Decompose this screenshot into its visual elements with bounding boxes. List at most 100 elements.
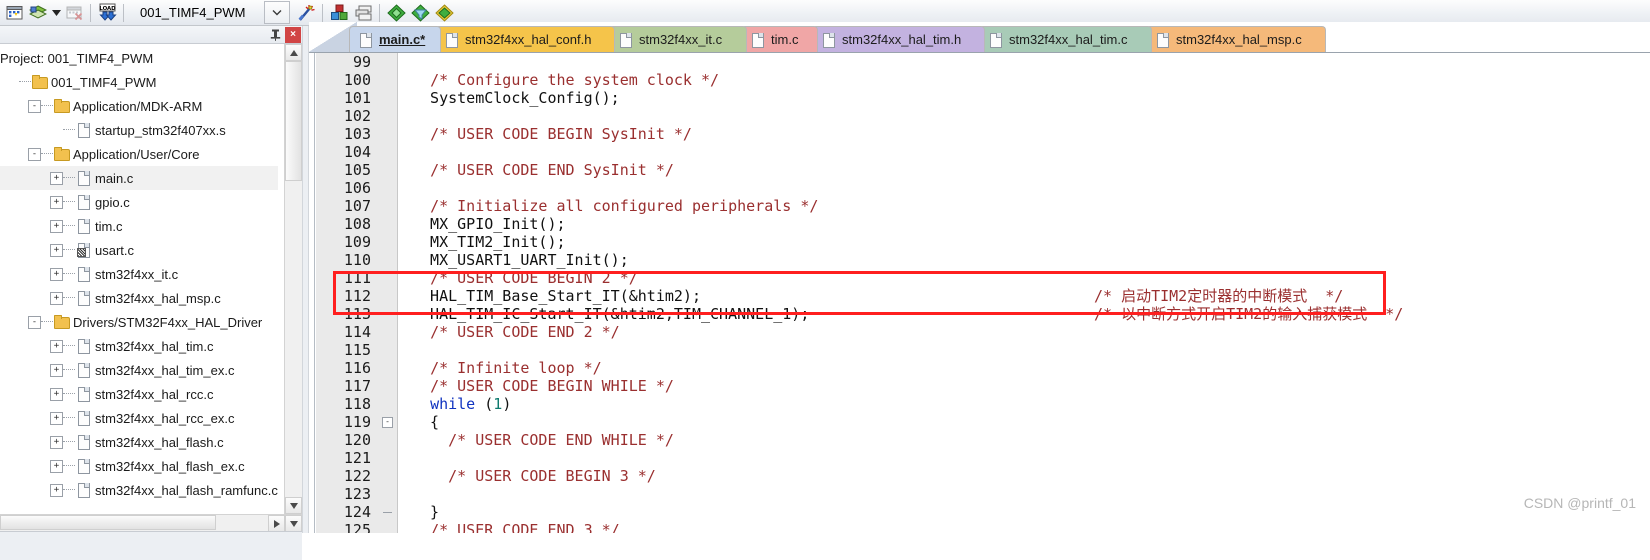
expand-toggle-icon[interactable]: + xyxy=(50,459,63,473)
fold-margin[interactable] xyxy=(378,143,398,161)
tree-item-stm32f4xx-hal-rcc-ex-c[interactable]: + stm32f4xx_hal_rcc_ex.c xyxy=(0,406,278,430)
fold-margin[interactable] xyxy=(378,521,398,533)
pack-installer-icon[interactable] xyxy=(432,2,456,24)
scroll-down-arrow-icon[interactable] xyxy=(285,497,302,514)
code-line[interactable]: 113 HAL_TIM_IC_Start_IT(&htim2,TIM_CHANN… xyxy=(316,305,1650,323)
fold-margin[interactable] xyxy=(378,431,398,449)
expand-toggle-icon[interactable]: + xyxy=(50,387,63,401)
expand-toggle-icon[interactable]: + xyxy=(50,435,63,449)
panel-splitter[interactable] xyxy=(302,26,309,533)
code-line[interactable]: 124 } xyxy=(316,503,1650,521)
fold-collapse-icon[interactable]: - xyxy=(382,416,393,428)
target-options-green-icon[interactable] xyxy=(384,2,408,24)
code-line[interactable]: 104 xyxy=(316,143,1650,161)
editor-tab-stm32f4xx-hal-tim-c[interactable]: stm32f4xx_hal_tim.c xyxy=(979,26,1152,52)
collapse-toggle-icon[interactable]: - xyxy=(28,147,41,161)
fold-margin[interactable] xyxy=(378,197,398,215)
code-line[interactable]: 120 /* USER CODE END WHILE */ xyxy=(316,431,1650,449)
code-line[interactable]: 106 xyxy=(316,179,1650,197)
scroll-right-arrow-icon[interactable] xyxy=(268,515,285,532)
fold-margin[interactable] xyxy=(378,467,398,485)
tree-item-stm32f4xx-hal-flash-ramfunc-c[interactable]: + stm32f4xx_hal_flash_ramfunc.c xyxy=(0,478,278,502)
code-line[interactable]: 119- { xyxy=(316,413,1650,431)
editor-tab-stm32f4xx-hal-msp-c[interactable]: stm32f4xx_hal_msp.c xyxy=(1146,26,1326,52)
fold-margin[interactable] xyxy=(378,269,398,287)
expand-toggle-icon[interactable]: + xyxy=(50,171,63,185)
tree-item-usart-c[interactable]: + usart.c xyxy=(0,238,278,262)
fold-margin[interactable] xyxy=(378,71,398,89)
tree-item-gpio-c[interactable]: + gpio.c xyxy=(0,190,278,214)
fold-margin[interactable] xyxy=(378,233,398,251)
tree-item-drivers-stm32f4xx-hal-driver[interactable]: - Drivers/STM32F4xx_HAL_Driver xyxy=(0,310,278,334)
code-line[interactable]: 109 MX_TIM2_Init(); xyxy=(316,233,1650,251)
tree-item-stm32f4xx-hal-flash-c[interactable]: + stm32f4xx_hal_flash.c xyxy=(0,430,278,454)
tree-item-tim-c[interactable]: + tim.c xyxy=(0,214,278,238)
fold-margin[interactable] xyxy=(378,503,398,521)
code-line[interactable]: 110 MX_USART1_UART_Init(); xyxy=(316,251,1650,269)
project-tree-hscrollbar[interactable] xyxy=(0,514,302,532)
code-lines-container[interactable]: 99 100 /* Configure the system clock */10… xyxy=(316,53,1650,533)
collapse-toggle-icon[interactable]: - xyxy=(28,315,41,329)
pin-icon[interactable] xyxy=(267,27,283,43)
code-line[interactable]: 100 /* Configure the system clock */ xyxy=(316,71,1650,89)
tree-item-stm32f4xx-hal-rcc-c[interactable]: + stm32f4xx_hal_rcc.c xyxy=(0,382,278,406)
fold-margin[interactable] xyxy=(378,107,398,125)
code-line[interactable]: 117 /* USER CODE BEGIN WHILE */ xyxy=(316,377,1650,395)
fold-margin[interactable] xyxy=(378,323,398,341)
code-line[interactable]: 116 /* Infinite loop */ xyxy=(316,359,1650,377)
hscroll-thumb[interactable] xyxy=(0,515,216,530)
close-icon[interactable]: × xyxy=(285,26,301,43)
expand-toggle-icon[interactable]: + xyxy=(50,411,63,425)
editor-tab-tim-c[interactable]: tim.c xyxy=(741,26,818,52)
code-line[interactable]: 123 xyxy=(316,485,1650,503)
tree-item-stm32f4xx-hal-tim-c[interactable]: + stm32f4xx_hal_tim.c xyxy=(0,334,278,358)
code-line[interactable]: 103 /* USER CODE BEGIN SysInit */ xyxy=(316,125,1650,143)
project-tree-vscrollbar[interactable] xyxy=(284,44,302,514)
fold-margin[interactable] xyxy=(378,125,398,143)
project-dropdown-caret[interactable] xyxy=(264,1,290,24)
tree-item-startup-stm32f407xx-s[interactable]: startup_stm32f407xx.s xyxy=(0,118,278,142)
fold-margin[interactable] xyxy=(378,287,398,305)
editor-tab-stm32f4xx-hal-conf-h[interactable]: stm32f4xx_hal_conf.h xyxy=(435,26,615,52)
editor-tab-stm32f4xx-hal-tim-h[interactable]: stm32f4xx_hal_tim.h xyxy=(812,26,985,52)
editor-tab-main-c-[interactable]: main.c* xyxy=(349,26,441,52)
build-layers-icon[interactable] xyxy=(26,2,50,24)
fold-margin[interactable] xyxy=(378,161,398,179)
expand-toggle-icon[interactable]: + xyxy=(50,243,63,257)
expand-toggle-icon[interactable]: + xyxy=(50,483,63,497)
magic-wand-icon[interactable] xyxy=(294,2,318,24)
fold-margin[interactable] xyxy=(378,395,398,413)
code-line[interactable]: 107 /* Initialize all configured periphe… xyxy=(316,197,1650,215)
fold-margin[interactable] xyxy=(378,377,398,395)
code-line[interactable]: 125 /* USER CODE END 3 */ xyxy=(316,521,1650,533)
tree-item-stm32f4xx-hal-flash-ex-c[interactable]: + stm32f4xx_hal_flash_ex.c xyxy=(0,454,278,478)
expand-toggle-icon[interactable]: + xyxy=(50,195,63,209)
scroll-end-arrow-icon[interactable] xyxy=(285,515,302,532)
expand-toggle-icon[interactable]: + xyxy=(50,363,63,377)
project-target-name[interactable]: 001_TIMF4_PWM xyxy=(134,2,262,23)
fold-margin[interactable] xyxy=(378,53,398,71)
expand-toggle-icon[interactable]: + xyxy=(50,291,63,305)
tree-item-application-mdk-arm[interactable]: - Application/MDK-ARM xyxy=(0,94,278,118)
layers-dropdown-caret[interactable] xyxy=(50,2,62,24)
remove-target-icon[interactable] xyxy=(62,2,86,24)
editor-tab-stm32f4xx-it-c[interactable]: stm32f4xx_it.c xyxy=(609,26,747,52)
code-line[interactable]: 101 SystemClock_Config(); xyxy=(316,89,1650,107)
code-line[interactable]: 102 xyxy=(316,107,1650,125)
fold-margin[interactable] xyxy=(378,215,398,233)
expand-toggle-icon[interactable]: + xyxy=(50,267,63,281)
fold-margin[interactable]: - xyxy=(378,413,398,431)
fold-margin[interactable] xyxy=(378,341,398,359)
new-project-icon[interactable] xyxy=(2,2,26,24)
fold-margin[interactable] xyxy=(378,251,398,269)
filter-icon[interactable] xyxy=(408,2,432,24)
expand-toggle-icon[interactable]: + xyxy=(50,219,63,233)
fold-margin[interactable] xyxy=(378,359,398,377)
fold-margin[interactable] xyxy=(378,89,398,107)
fold-margin[interactable] xyxy=(378,485,398,503)
fold-margin[interactable] xyxy=(378,305,398,323)
fold-margin[interactable] xyxy=(378,449,398,467)
expand-toggle-icon[interactable]: + xyxy=(50,339,63,353)
tree-item-application-user-core[interactable]: - Application/User/Core xyxy=(0,142,278,166)
tree-item-stm32f4xx-hal-tim-ex-c[interactable]: + stm32f4xx_hal_tim_ex.c xyxy=(0,358,278,382)
